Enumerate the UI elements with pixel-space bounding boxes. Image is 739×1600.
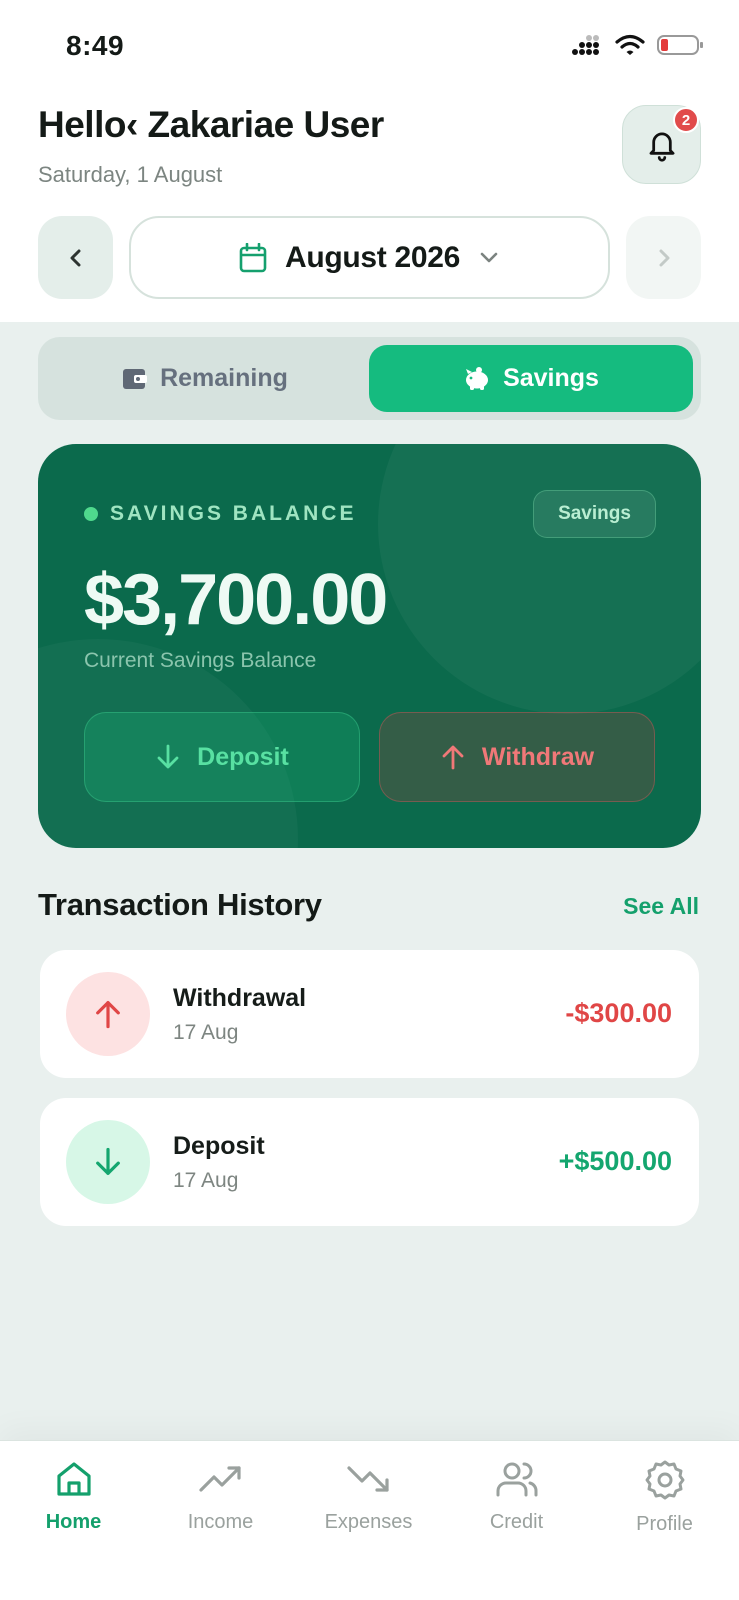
users-icon	[496, 1462, 537, 1497]
transaction-row[interactable]: Deposit 17 Aug +$500.00	[40, 1098, 699, 1226]
section-title: Transaction History	[38, 887, 322, 922]
deposit-icon-badge	[66, 1120, 150, 1204]
bottom-tab-bar: Home Income Expenses Credit Profile	[0, 1440, 739, 1600]
view-toggle: Remaining Savings	[38, 337, 701, 420]
tab-label: Income	[187, 1511, 254, 1533]
month-label: August 2026	[284, 240, 461, 274]
arrow-down-icon	[157, 744, 179, 769]
tab-label: Profile	[636, 1513, 693, 1535]
tab-remaining[interactable]: Remaining	[46, 345, 364, 412]
transaction-amount: +$500.00	[558, 1146, 672, 1176]
tab-label: Home	[45, 1511, 102, 1533]
deposit-button[interactable]: Deposit	[84, 712, 360, 802]
home-icon	[56, 1462, 91, 1496]
notification-badge: 2	[673, 107, 699, 133]
balance-subtitle: Current Savings Balance	[84, 649, 317, 672]
month-selector[interactable]: August 2026	[129, 216, 610, 299]
chevron-right-icon	[659, 249, 669, 266]
transaction-amount: -$300.00	[565, 998, 672, 1028]
status-icons	[571, 34, 703, 56]
tab-savings[interactable]: Savings	[369, 345, 693, 412]
previous-month-button[interactable]	[38, 216, 113, 299]
balance-label: SAVINGS BALANCE	[84, 502, 356, 526]
chevron-down-icon	[480, 252, 498, 262]
wifi-icon	[615, 34, 645, 55]
arrow-down-icon	[96, 1147, 120, 1176]
greeting-title: Hello‹ Zakariae User	[38, 104, 384, 145]
piggy-bank-icon	[466, 366, 489, 390]
tab-label: Expenses	[324, 1511, 413, 1533]
trending-down-icon	[346, 1466, 389, 1492]
date-subtitle: Saturday, 1 August	[38, 162, 223, 187]
balance-amount: $3,700.00	[84, 560, 388, 640]
tab-home[interactable]: Home	[0, 1441, 147, 1571]
chevron-left-icon	[70, 249, 80, 266]
tab-expenses[interactable]: Expenses	[295, 1441, 442, 1571]
withdraw-button[interactable]: Withdraw	[379, 712, 655, 802]
arrow-up-icon	[96, 1000, 120, 1029]
gear-icon	[645, 1460, 684, 1500]
next-month-button[interactable]	[626, 216, 701, 299]
calendar-icon	[239, 242, 267, 272]
battery-icon	[657, 35, 703, 55]
balance-label-text: SAVINGS BALANCE	[110, 502, 357, 525]
savings-balance-card: SAVINGS BALANCE Savings $3,700.00 Curren…	[38, 444, 701, 848]
transaction-row[interactable]: Withdrawal 17 Aug -$300.00	[40, 950, 699, 1078]
tab-label: Credit	[489, 1511, 544, 1533]
account-type-tag: Savings	[533, 490, 656, 538]
status-time: 8:49	[66, 30, 125, 61]
tab-profile[interactable]: Profile	[591, 1441, 738, 1571]
withdrawal-icon-badge	[66, 972, 150, 1056]
see-all-link[interactable]: See All	[623, 893, 699, 920]
arrow-up-icon	[442, 745, 464, 770]
deposit-label: Deposit	[197, 742, 289, 771]
transaction-name: Deposit	[173, 1132, 265, 1160]
tab-credit[interactable]: Credit	[443, 1441, 590, 1571]
card-decoration	[378, 444, 701, 714]
transaction-date: 17 Aug	[173, 1021, 239, 1044]
wallet-icon	[123, 368, 148, 389]
status-dot	[84, 507, 98, 521]
tab-remaining-label: Remaining	[160, 364, 288, 392]
signal-icon	[572, 35, 599, 55]
transaction-date: 17 Aug	[173, 1169, 239, 1192]
withdraw-label: Withdraw	[481, 742, 595, 771]
tab-savings-label: Savings	[503, 364, 599, 392]
transaction-name: Withdrawal	[173, 984, 307, 1012]
tab-income[interactable]: Income	[147, 1441, 294, 1571]
trending-up-icon	[198, 1466, 241, 1492]
bell-icon	[649, 132, 674, 162]
